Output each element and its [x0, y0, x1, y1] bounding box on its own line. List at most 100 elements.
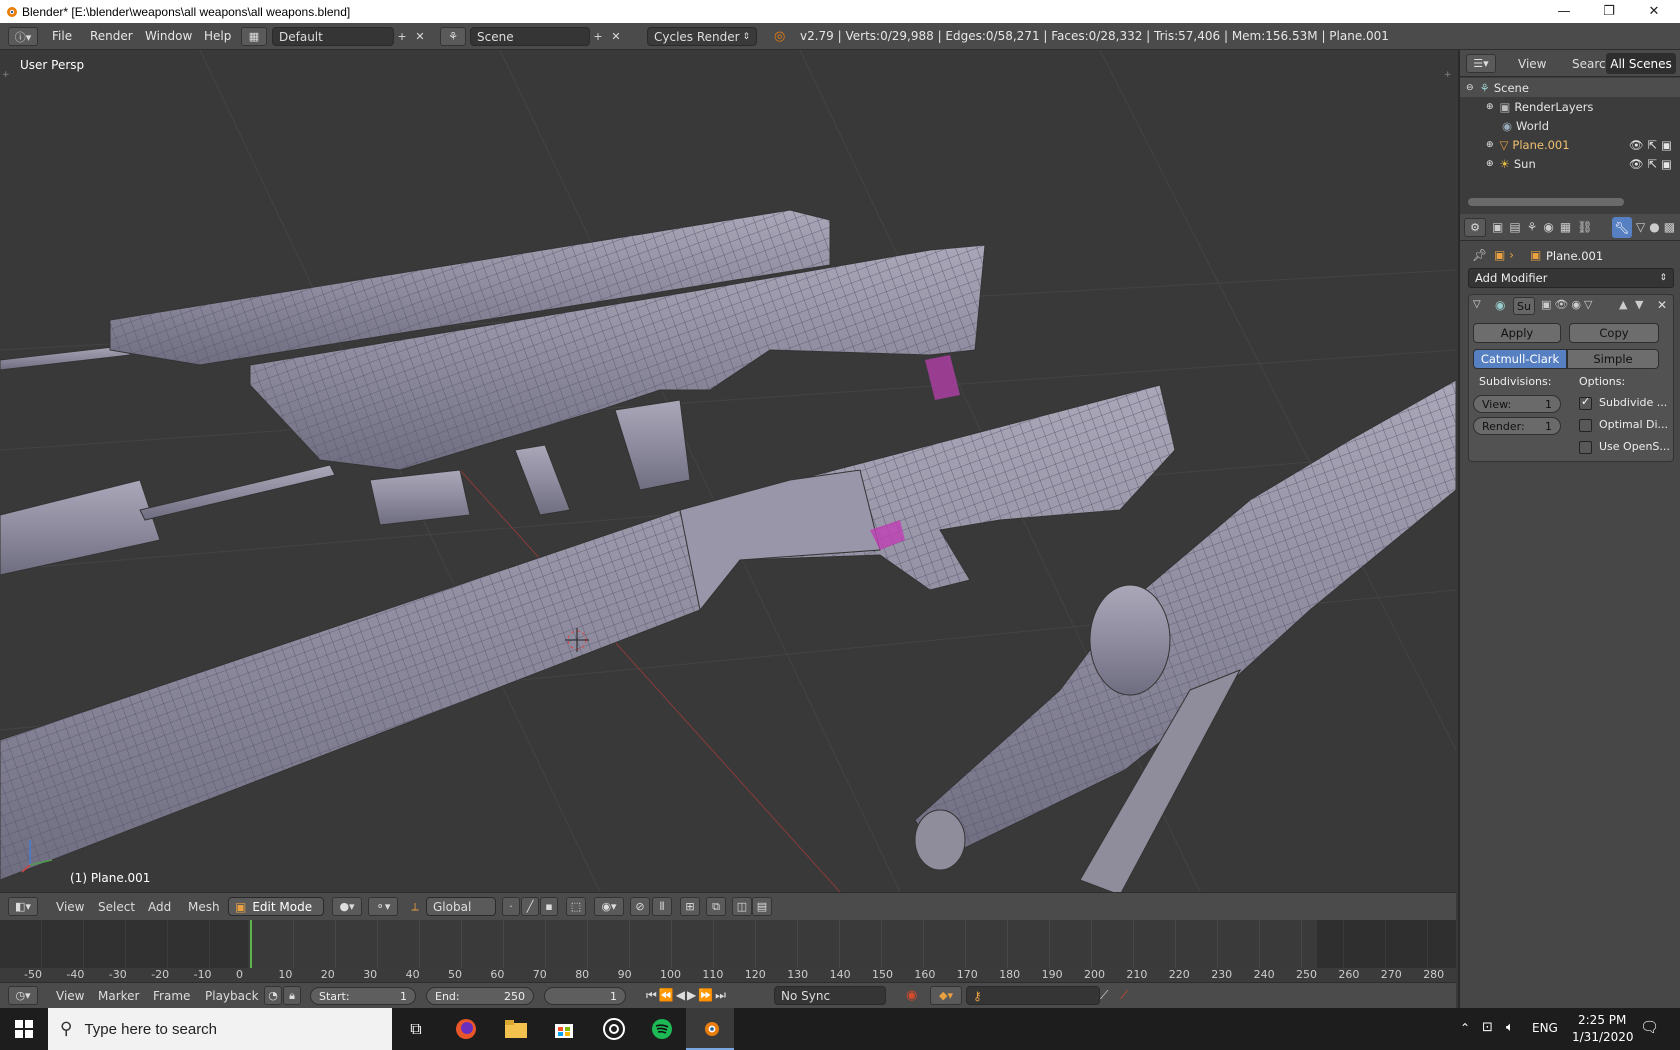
preview-range-icon[interactable]: ◔	[264, 986, 282, 1005]
clock-date[interactable]: 1/31/2020	[1572, 1030, 1634, 1044]
mode-select[interactable]: ▣ Edit Mode	[228, 897, 324, 916]
record-icon[interactable]: ◉	[906, 988, 917, 1003]
manipulator-icon[interactable]: ⟂	[404, 897, 426, 916]
expand-icon[interactable]: ⊕	[1486, 140, 1494, 150]
move-down-icon[interactable]: ▼	[1635, 298, 1643, 311]
menu-help[interactable]: Help	[196, 23, 239, 50]
outliner-row-plane[interactable]: ⊕ ▽ Plane.001 👁︎⇱▣	[1460, 135, 1680, 154]
menu-add[interactable]: Add	[140, 893, 179, 920]
corner-widget-icon[interactable]: +	[1444, 70, 1452, 80]
spotify-icon[interactable]	[638, 1008, 686, 1050]
editor-type-info-icon[interactable]: ⓘ▾	[8, 27, 38, 46]
menu-marker[interactable]: Marker	[90, 983, 147, 1009]
pivot-point-icon[interactable]: ⚬▾	[368, 897, 398, 916]
data-tabs-icons[interactable]: ▽●▩	[1636, 220, 1679, 234]
corner-widget-icon[interactable]: +	[2, 70, 10, 80]
viewport-shading-icon[interactable]: ●▾	[332, 897, 362, 916]
add-modifier-select[interactable]: Add Modifier ⇕	[1468, 268, 1674, 288]
maximize-button[interactable]: ❐	[1587, 0, 1631, 23]
file-explorer-icon[interactable]	[492, 1008, 540, 1050]
delete-keyframe-icon[interactable]: ⟋	[1120, 988, 1128, 1003]
menu-playback[interactable]: Playback	[197, 983, 267, 1009]
use-opensubdiv-checkbox[interactable]	[1579, 441, 1592, 454]
menu-mesh[interactable]: Mesh	[180, 893, 228, 920]
outliner-tab-view[interactable]: View	[1510, 50, 1554, 77]
properties-context-tabs[interactable]: ▣▤⚘◉▦⛓	[1492, 220, 1598, 234]
add-layout-icon[interactable]: +	[394, 27, 410, 46]
keying-set-select[interactable]: ⚷	[966, 986, 1100, 1005]
menu-file[interactable]: File	[44, 23, 80, 50]
scene-selector[interactable]: Scene	[470, 27, 590, 46]
expand-icon[interactable]: ⊕	[1486, 159, 1494, 169]
editor-type-properties-icon[interactable]: ⚙	[1464, 218, 1486, 237]
copy-button[interactable]: Copy	[1569, 323, 1659, 343]
clock-time[interactable]: 2:25 PM	[1578, 1013, 1626, 1027]
timeline-area[interactable]: -50 -40 -30 -20 -10 0 10 20 30 40 50 60 70 80 90 100 110…	[0, 920, 1456, 982]
current-frame-field[interactable]: 1	[544, 987, 626, 1005]
editor-type-timeline-icon[interactable]: ◷▾	[8, 986, 38, 1005]
outliner-scrollbar[interactable]	[1468, 198, 1624, 206]
catmull-clark-button[interactable]: Catmull-Clark	[1473, 349, 1567, 369]
playback-controls[interactable]: ⏮⏪◀▶⏩⏭	[646, 988, 728, 1003]
remove-modifier-icon[interactable]: ✕	[1657, 298, 1667, 312]
show-hidden-icons-icon[interactable]: ⌃	[1460, 1021, 1470, 1035]
snap-toggle-icon[interactable]: ⊘	[630, 897, 650, 916]
blender-taskbar-icon[interactable]	[686, 1008, 734, 1050]
view-levels-field[interactable]: View: 1	[1473, 395, 1561, 413]
edge-select-icon[interactable]: ╱	[521, 897, 539, 916]
occlude-geometry-icon[interactable]: ⬚	[566, 897, 586, 916]
outliner-tab-all-scenes[interactable]: All Scenes	[1606, 53, 1676, 74]
optimal-display-checkbox[interactable]	[1579, 419, 1592, 432]
3d-viewport[interactable]: User Persp (1) Plane.001 + +	[0, 50, 1456, 892]
taskbar-search-box[interactable]: ⚲ Type here to search	[48, 1008, 392, 1050]
menu-view-timeline[interactable]: View	[48, 983, 92, 1009]
store-icon[interactable]	[540, 1008, 588, 1050]
outliner-row-renderlayers[interactable]: ⊕ ▣ RenderLayers	[1460, 97, 1680, 116]
task-view-icon[interactable]: ⧉	[392, 1008, 440, 1050]
remove-scene-icon[interactable]: ✕	[608, 27, 624, 46]
sync-select[interactable]: No Sync	[774, 986, 886, 1005]
face-select-icon[interactable]: ▪	[540, 897, 558, 916]
visibility-icons[interactable]: 👁︎⇱▣	[1629, 138, 1676, 152]
outliner-row-scene[interactable]: ⊖ ⚘ Scene	[1460, 78, 1680, 97]
collapse-icon[interactable]: ⊖	[1466, 83, 1474, 93]
editor-type-3d-icon[interactable]: ◧▾	[8, 897, 38, 916]
move-up-icon[interactable]: ▲	[1619, 298, 1627, 311]
menu-frame[interactable]: Frame	[145, 983, 198, 1009]
lock-range-icon[interactable]: 🔒︎	[283, 986, 301, 1005]
volume-icon[interactable]: 🔈︎	[1506, 1020, 1514, 1035]
apply-button[interactable]: Apply	[1473, 323, 1561, 343]
modifier-tab-wrench-icon[interactable]: 🔧︎	[1612, 217, 1632, 238]
notifications-icon[interactable]: 🗨︎	[1640, 1018, 1659, 1036]
outliner-row-sun[interactable]: ⊕ ☀ Sun 👁︎⇱▣	[1460, 154, 1680, 173]
language-indicator[interactable]: ENG	[1532, 1021, 1558, 1035]
pin-icon[interactable]: 📌︎	[1472, 248, 1487, 262]
network-icon[interactable]: ⊡	[1482, 1020, 1493, 1035]
screen-layout-icon[interactable]: ▦	[241, 27, 267, 46]
layout-selector[interactable]: Default	[272, 27, 394, 46]
snap-target-icon[interactable]: ⊞	[680, 897, 700, 916]
collapse-icon[interactable]: ▽	[1473, 299, 1481, 310]
opengl-render-icon[interactable]: ◫	[732, 897, 752, 916]
windows-start-icon[interactable]	[0, 1008, 48, 1050]
scene-icon[interactable]: ⚘	[440, 27, 466, 46]
visibility-icons[interactable]: 👁︎⇱▣	[1629, 157, 1676, 171]
end-frame-field[interactable]: End: 250	[426, 987, 534, 1005]
outliner-row-world[interactable]: ◉ World	[1460, 116, 1680, 135]
remove-layout-icon[interactable]: ✕	[412, 27, 428, 46]
close-button[interactable]: ✕	[1632, 0, 1676, 23]
expand-icon[interactable]: ⊕	[1486, 102, 1494, 112]
modifier-name-field[interactable]: Su	[1513, 297, 1535, 315]
vertex-select-icon[interactable]: ·	[502, 897, 520, 916]
editor-type-outliner-icon[interactable]: ☰▾	[1466, 54, 1496, 73]
minimize-button[interactable]: —	[1542, 0, 1586, 23]
proportional-edit-icon[interactable]: ◉▾	[594, 897, 624, 916]
simple-button[interactable]: Simple	[1567, 349, 1659, 369]
modifier-display-toggles[interactable]: ▣👁︎◉▽	[1541, 298, 1595, 311]
current-frame-line[interactable]	[250, 920, 252, 968]
subdivide-uvs-checkbox[interactable]: ✓	[1579, 395, 1592, 410]
orientation-select[interactable]: Global	[426, 897, 496, 916]
firefox-icon[interactable]	[442, 1008, 490, 1050]
render-icon[interactable]: ⧉	[706, 897, 726, 916]
insert-keyframe-icon[interactable]: ⟋	[1100, 988, 1108, 1003]
